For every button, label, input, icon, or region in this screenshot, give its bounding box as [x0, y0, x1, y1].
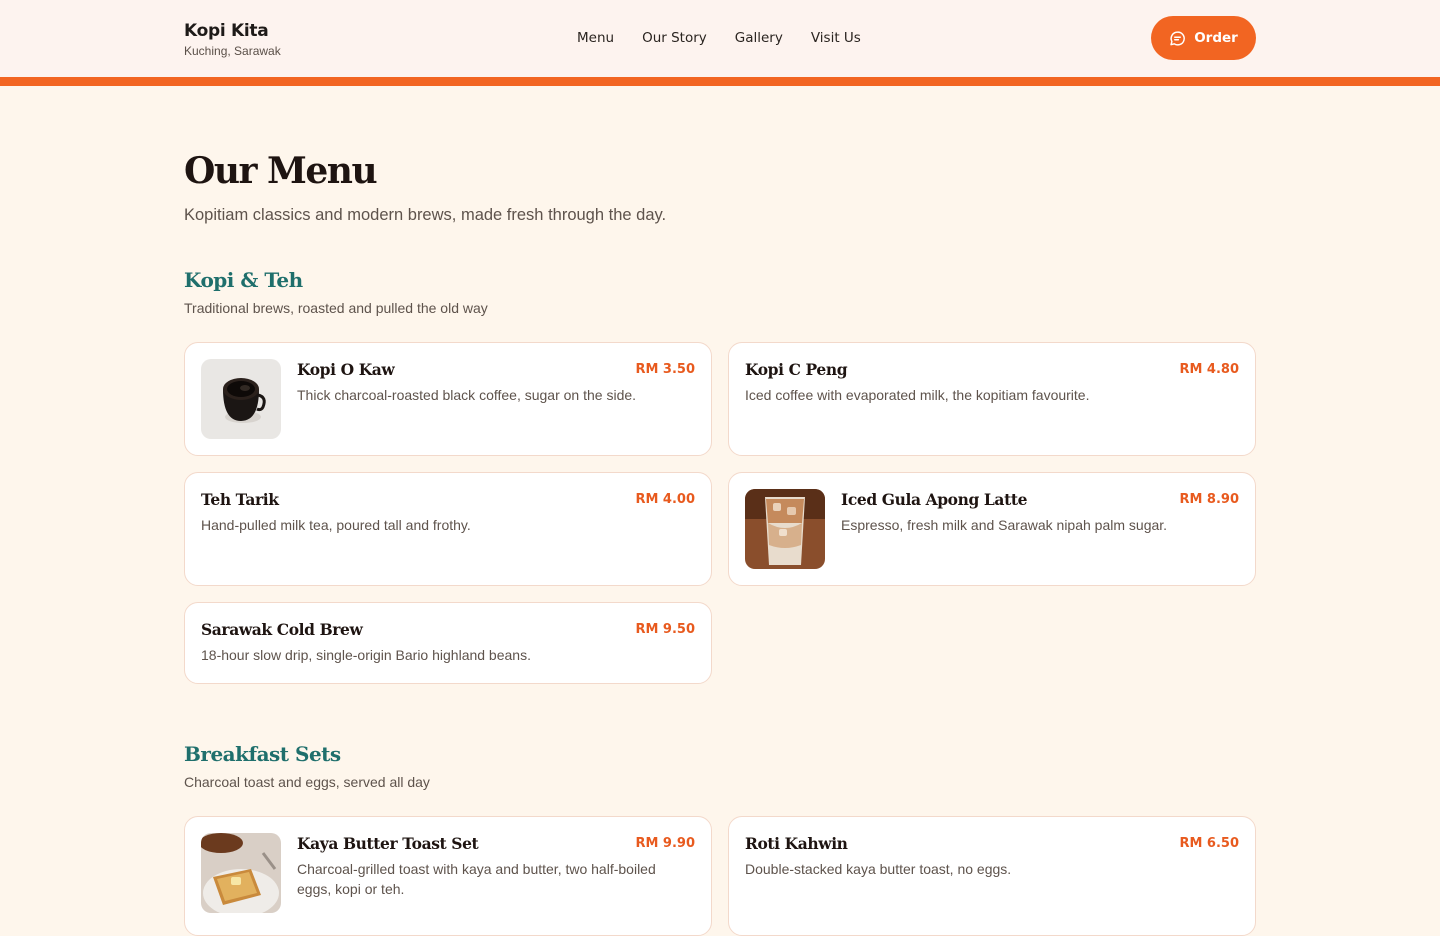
menu-item-kaya-butter-toast-set[interactable]: Kaya Butter Toast Set RM 9.90 Charcoal-g…: [184, 816, 712, 936]
chat-bubble-icon: [1169, 30, 1186, 47]
item-description: Thick charcoal-roasted black coffee, sug…: [297, 387, 637, 403]
menu-item-teh-tarik[interactable]: Teh Tarik RM 4.00 Hand-pulled milk tea, …: [184, 472, 712, 586]
brand-name[interactable]: Kopi Kita: [184, 20, 281, 42]
section-subtitle-breakfast-sets: Charcoal toast and eggs, served all day: [184, 774, 430, 790]
header-accent-bar: [0, 77, 1440, 86]
item-description: 18-hour slow drip, single-origin Bario h…: [201, 647, 531, 663]
nav-menu[interactable]: Menu: [577, 29, 614, 47]
page-title: Our Menu: [184, 150, 378, 192]
item-price: RM 6.50: [1179, 836, 1239, 851]
item-name: Teh Tarik: [201, 490, 279, 509]
menu-item-iced-gula-apong-latte[interactable]: Iced Gula Apong Latte RM 8.90 Espresso, …: [728, 472, 1256, 586]
item-price: RM 3.50: [635, 362, 695, 377]
item-price: RM 8.90: [1179, 492, 1239, 507]
item-price: RM 9.90: [635, 836, 695, 851]
menu-item-kopi-o-kaw[interactable]: Kopi O Kaw RM 3.50 Thick charcoal-roaste…: [184, 342, 712, 456]
page-subtitle: Kopitiam classics and modern brews, made…: [184, 206, 667, 224]
site-header: Kopi Kita Kuching, Sarawak Menu Our Stor…: [0, 0, 1440, 77]
item-name: Kopi C Peng: [745, 360, 848, 379]
brand-location: Kuching, Sarawak: [184, 44, 281, 58]
menu-item-roti-kahwin[interactable]: Roti Kahwin RM 6.50 Double-stacked kaya …: [728, 816, 1256, 936]
item-description: Espresso, fresh milk and Sarawak nipah p…: [841, 517, 1168, 533]
nav-our-story[interactable]: Our Story: [642, 29, 707, 47]
item-description: Hand-pulled milk tea, poured tall and fr…: [201, 517, 471, 533]
order-label: Order: [1194, 30, 1238, 46]
item-name: Roti Kahwin: [745, 834, 848, 853]
main-nav: Menu Our Story Gallery Visit Us: [577, 29, 861, 47]
item-name: Sarawak Cold Brew: [201, 620, 363, 639]
iced-latte-photo: [745, 489, 825, 569]
item-price: RM 4.80: [1179, 362, 1239, 377]
section-title-breakfast-sets: Breakfast Sets: [184, 742, 341, 766]
item-price: RM 9.50: [635, 622, 695, 637]
menu-item-sarawak-cold-brew[interactable]: Sarawak Cold Brew RM 9.50 18-hour slow d…: [184, 602, 712, 684]
menu-item-kopi-c-peng[interactable]: Kopi C Peng RM 4.80 Iced coffee with eva…: [728, 342, 1256, 456]
section-subtitle-kopi-teh: Traditional brews, roasted and pulled th…: [184, 300, 488, 316]
kopi-o-kaw-photo: [201, 359, 281, 439]
item-description: Charcoal-grilled toast with kaya and but…: [297, 861, 656, 897]
section-title-kopi-teh: Kopi & Teh: [184, 268, 303, 292]
nav-visit-us[interactable]: Visit Us: [811, 29, 861, 47]
nav-gallery[interactable]: Gallery: [735, 29, 783, 47]
order-button[interactable]: Order: [1151, 16, 1256, 60]
item-description: Double-stacked kaya butter toast, no egg…: [745, 861, 1012, 877]
kaya-toast-photo: [201, 833, 281, 913]
item-description: Iced coffee with evaporated milk, the ko…: [745, 387, 1090, 403]
item-price: RM 4.00: [635, 492, 695, 507]
brand[interactable]: Kopi Kita Kuching, Sarawak: [184, 20, 281, 58]
